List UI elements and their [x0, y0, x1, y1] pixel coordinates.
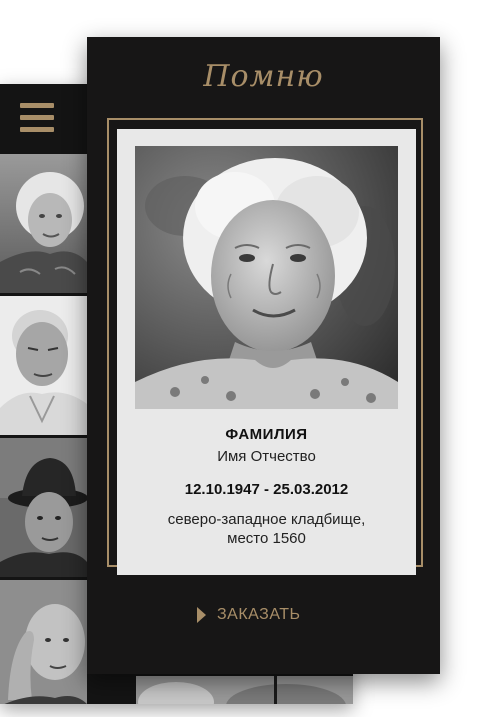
- play-triangle-icon: [197, 607, 206, 623]
- life-dates-label: 12.10.1947 - 25.03.2012: [184, 481, 349, 498]
- surname-label: ФАМИЛИЯ: [225, 426, 308, 443]
- gallery-thumb-elderly-woman[interactable]: [0, 154, 87, 293]
- gallery-thumb-elderly-man[interactable]: [0, 296, 87, 435]
- given-names-label: Имя Отчество: [217, 448, 316, 465]
- brand-logo: Помню: [203, 59, 324, 94]
- burial-place-line2: место 1560: [227, 530, 306, 547]
- portrait-photo: [135, 146, 398, 409]
- menu-bar: [20, 115, 54, 120]
- hamburger-menu-icon[interactable]: [18, 101, 56, 135]
- memorial-card: Помню ФАМИЛИЯ Имя Отчество 12.10.1947 - …: [87, 37, 440, 674]
- order-button-label: ЗАКАЗАТЬ: [217, 606, 301, 623]
- app-mockup: Помню ФАМИЛИЯ Имя Отчество 12.10.1947 - …: [0, 0, 482, 717]
- menu-bar: [20, 127, 54, 132]
- order-button[interactable]: ЗАКАЗАТЬ: [197, 603, 301, 627]
- gallery-list: [0, 154, 87, 704]
- burial-place-line1: северо-западное кладбище,: [167, 511, 366, 528]
- gallery-thumb-man-hand[interactable]: [0, 580, 87, 704]
- menu-bar: [20, 103, 54, 108]
- gallery-thumb-man-in-hat[interactable]: [0, 438, 87, 577]
- photo-card: ФАМИЛИЯ Имя Отчество 12.10.1947 - 25.03.…: [117, 129, 416, 575]
- gallery-strip-photo: [136, 676, 353, 704]
